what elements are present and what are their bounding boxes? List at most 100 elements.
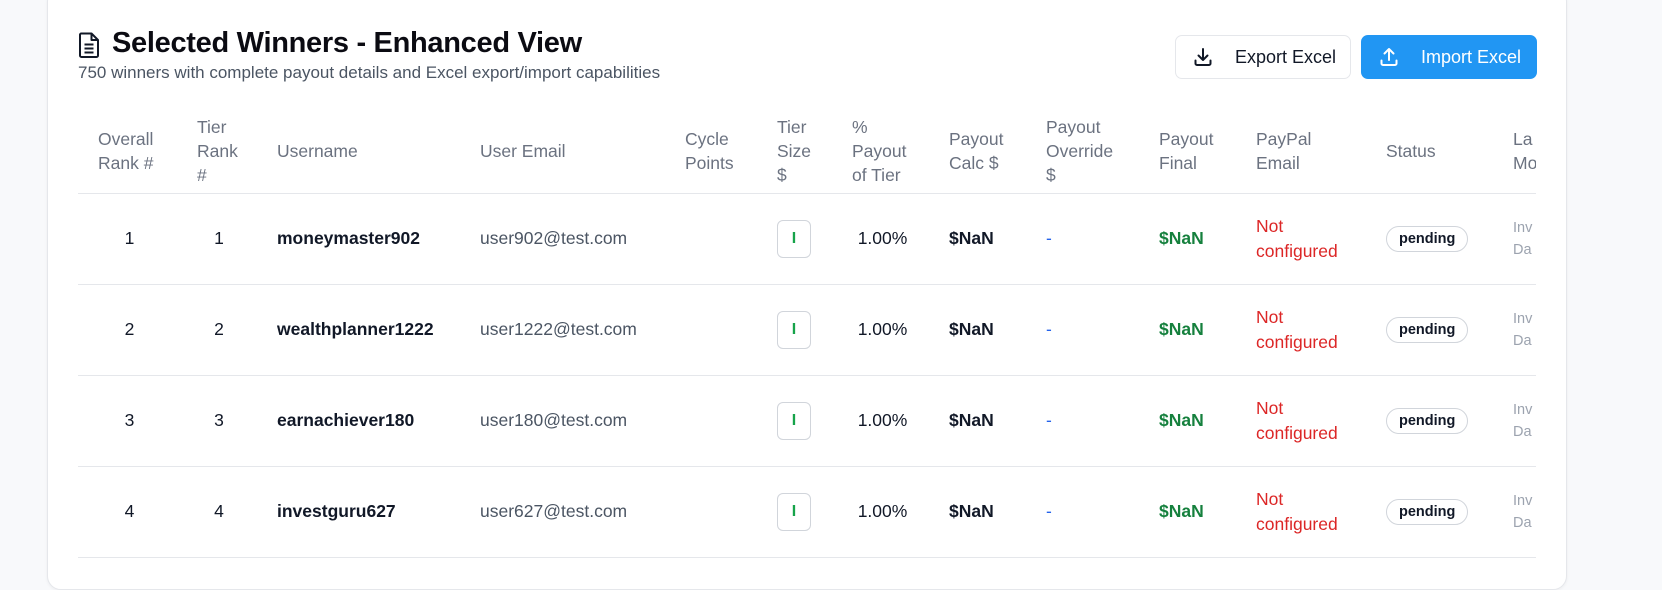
payout-percent: 1.00% [857,228,908,248]
username: earnachiever180 [277,410,415,430]
column-header-text: Payout [1046,117,1101,138]
tier-size-input[interactable]: I [777,310,811,349]
tier-size-input[interactable]: I [777,401,811,440]
column-header-text: Points [685,153,734,174]
username-cell: wealthplanner1222 [257,284,460,376]
winners-table-wrapper[interactable]: Overall Rank # Tier Rank # Username User Email… [78,110,1536,570]
paypal-email-cell: Not configured [1236,193,1366,285]
column-header-text: $ [1046,165,1056,186]
column-header-tier-size[interactable]: Tier Size $ [757,110,832,194]
last-modified: Inv Da [1513,399,1536,443]
column-header-payout-override[interactable]: Payout Override $ [1026,110,1139,194]
table-row[interactable]: 4 4 investguru627 user627@test.com I 1.00% $Na… [78,466,1536,558]
last-modified-line: Da [1513,423,1532,440]
table-row[interactable]: 3 3 earnachiever180 user180@test.com I 1.00% $… [78,375,1536,467]
payout-calc: $NaN [949,501,994,521]
payout-final-cell: $NaN [1139,466,1236,558]
email-cell: user902@test.com [460,193,665,285]
paypal-status-line: Not [1256,306,1284,327]
column-header-text: Cycle [685,129,729,150]
tier-size-input[interactable]: I [777,219,811,258]
payout-override[interactable]: - [1046,228,1052,248]
username-cell: earnachiever180 [257,375,460,467]
column-header-payout-pct[interactable]: % Payout of Tier [832,110,929,194]
overall-rank: 3 [124,410,135,430]
overall-rank-cell: 4 [78,466,177,558]
email-cell: user180@test.com [460,375,665,467]
column-header-user-email[interactable]: User Email [460,110,665,194]
column-header-username[interactable]: Username [257,110,460,194]
export-excel-button[interactable]: Export Excel [1175,35,1351,79]
payout-calc: $NaN [949,228,994,248]
username: wealthplanner1222 [277,319,434,339]
import-excel-button[interactable]: Import Excel [1361,35,1537,79]
column-header-text: Payout [949,129,1004,150]
status-cell: pending [1366,466,1493,558]
column-header-payout-final[interactable]: Payout Final [1139,110,1236,194]
payout-calc-cell: $NaN [929,284,1026,376]
paypal-status-line: Not [1256,215,1284,236]
export-excel-label: Export Excel [1235,46,1337,67]
cycle-points-cell [665,193,757,285]
cycle-points-cell [665,375,757,467]
payout-final-cell: $NaN [1139,193,1236,285]
tier-size-input[interactable]: I [777,492,811,531]
payout-pct-cell: 1.00% [832,466,929,558]
column-header-text: Overall [98,129,154,150]
paypal-status: Not configured [1256,214,1358,264]
column-header-text: Email [1256,153,1300,174]
table-row[interactable]: 2 2 wealthplanner1222 user1222@test.com I 1.0… [78,284,1536,376]
user-email: user180@test.com [480,410,628,430]
column-header-paypal-email[interactable]: PayPal Email [1236,110,1366,194]
payout-override[interactable]: - [1046,501,1052,521]
paypal-status-line: Not [1256,397,1284,418]
username: moneymaster902 [277,228,420,248]
username: investguru627 [277,501,396,521]
payout-calc-cell: $NaN [929,193,1026,285]
column-header-text: Payout [1159,129,1214,150]
payout-percent: 1.00% [857,410,908,430]
tier-rank: 3 [214,410,224,430]
email-cell: user1222@test.com [460,284,665,376]
payout-override[interactable]: - [1046,319,1052,339]
payout-pct-cell: 1.00% [832,193,929,285]
payout-override-cell[interactable]: - [1026,375,1139,467]
table-row[interactable]: 1 1 moneymaster902 user902@test.com I 1.00% $N… [78,193,1536,285]
payout-override[interactable]: - [1046,410,1052,430]
last-modified-line: Da [1513,332,1532,349]
email-cell: user627@test.com [460,466,665,558]
tier-size-cell: I [757,466,832,558]
table-header-row: Overall Rank # Tier Rank # Username User Email… [78,110,1536,194]
paypal-status-line: configured [1256,331,1338,352]
payout-percent: 1.00% [857,501,908,521]
last-modified-line: Inv [1513,219,1533,236]
column-header-text: Tier [777,117,807,138]
column-header-overall-rank[interactable]: Overall Rank # [78,110,177,194]
paypal-email-cell: Not configured [1236,466,1366,558]
column-header-text: PayPal [1256,129,1312,150]
status-cell: pending [1366,375,1493,467]
cycle-points-cell [665,466,757,558]
tier-size-cell: I [757,193,832,285]
tier-rank: 4 [214,501,224,521]
username-cell: moneymaster902 [257,193,460,285]
last-modified-line: Inv [1513,401,1533,418]
status-badge: pending [1386,407,1469,434]
payout-final: $NaN [1159,501,1204,521]
payout-override-cell[interactable]: - [1026,284,1139,376]
column-header-status[interactable]: Status [1366,110,1493,194]
payout-override-cell[interactable]: - [1026,193,1139,285]
overall-rank: 1 [124,228,135,248]
column-header-last-modified[interactable]: La Mo [1493,110,1536,194]
payout-final: $NaN [1159,319,1204,339]
paypal-status: Not configured [1256,487,1358,537]
paypal-status-line: configured [1256,513,1338,534]
payout-final: $NaN [1159,228,1204,248]
column-header-tier-rank[interactable]: Tier Rank # [177,110,257,194]
payout-calc-cell: $NaN [929,466,1026,558]
payout-override-cell[interactable]: - [1026,466,1139,558]
column-header-cycle-points[interactable]: Cycle Points [665,110,757,194]
last-modified-cell: Inv Da [1493,375,1536,467]
column-header-payout-calc[interactable]: Payout Calc $ [929,110,1026,194]
status-cell: pending [1366,193,1493,285]
